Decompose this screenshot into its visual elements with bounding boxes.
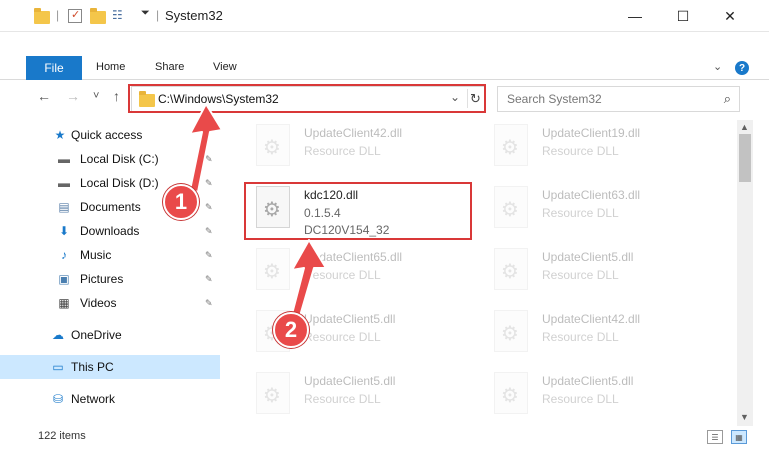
step-2-badge: 2 [273, 312, 309, 348]
arrow-2 [291, 239, 327, 317]
annotation-arrows [189, 103, 327, 317]
step-1-badge: 1 [163, 184, 199, 220]
arrow-1 [189, 103, 223, 193]
